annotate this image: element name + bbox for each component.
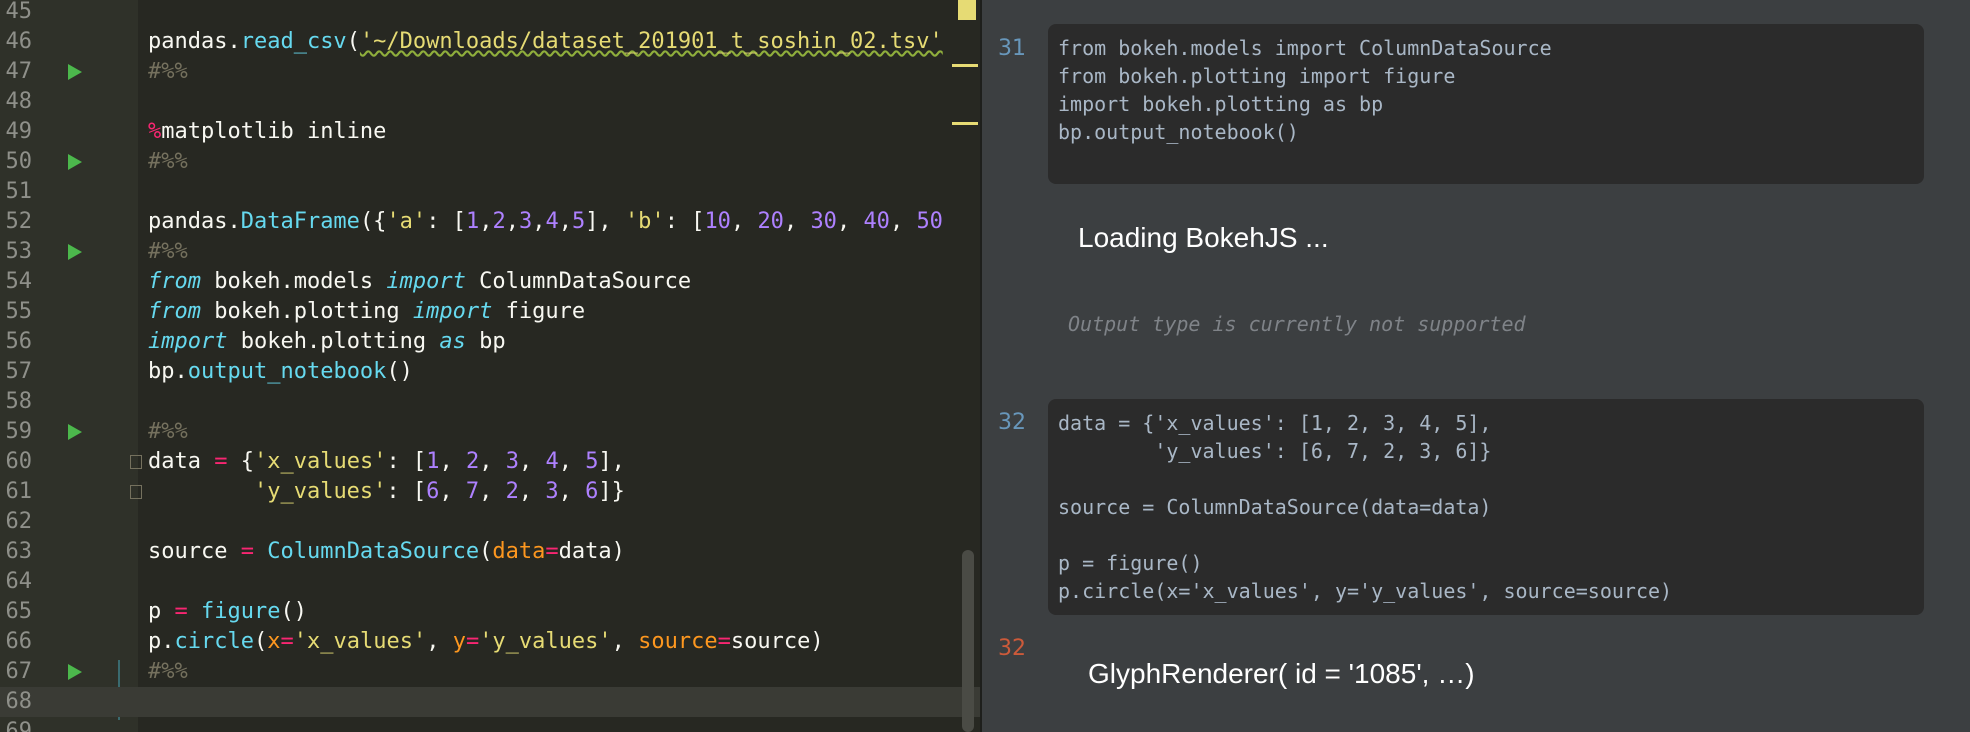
line-number: 50 xyxy=(5,149,33,174)
cell-source: data = {'x_values': [1, 2, 3, 4, 5], 'y_… xyxy=(1058,411,1673,603)
line-number: 61 xyxy=(5,479,33,504)
line-code: source = ColumnDataSource(data=data) xyxy=(148,539,625,564)
code-line[interactable]: 47 #%% xyxy=(0,57,982,87)
line-code: 'y_values': [6, 7, 2, 3, 6]} xyxy=(253,479,625,504)
code-line[interactable]: 59 #%% xyxy=(0,417,982,447)
line-code: pandas.read_csv('~/Downloads/dataset_201… xyxy=(148,29,943,54)
code-editor[interactable]: 45 46 pandas.read_csv('~/Downloads/dataset… xyxy=(0,0,982,732)
code-line[interactable]: 51 xyxy=(0,177,982,207)
run-cell-icon[interactable] xyxy=(68,664,82,680)
line-code: bp.output_notebook() xyxy=(148,359,413,384)
line-number: 57 xyxy=(5,359,33,384)
run-cell-icon[interactable] xyxy=(68,64,82,80)
error-stripe-marker[interactable] xyxy=(958,0,976,20)
line-number: 59 xyxy=(5,419,33,444)
code-cell[interactable]: data = {'x_values': [1, 2, 3, 4, 5], 'y_… xyxy=(1048,399,1924,615)
line-code: data = {'x_values': [1, 2, 3, 4, 5], xyxy=(148,449,625,474)
line-number: 66 xyxy=(5,629,33,654)
code-line[interactable]: 58 xyxy=(0,387,982,417)
code-line[interactable]: 68 xyxy=(0,687,982,717)
scroll-marker[interactable] xyxy=(952,64,978,67)
code-line[interactable]: 69 xyxy=(0,717,982,732)
code-line[interactable]: 49 %matplotlib inline xyxy=(0,117,982,147)
line-code: %matplotlib inline xyxy=(148,119,387,144)
unsupported-output-note: Output type is currently not supported xyxy=(1068,312,1526,336)
line-code: pandas.DataFrame({'a': [1,2,3,4,5], 'b':… xyxy=(148,209,943,234)
run-cell-icon[interactable] xyxy=(68,424,82,440)
scroll-marker[interactable] xyxy=(952,122,978,125)
line-code: from bokeh.plotting import figure xyxy=(148,299,586,324)
code-line[interactable]: 64 xyxy=(0,567,982,597)
line-number: 46 xyxy=(5,29,33,54)
line-number: 64 xyxy=(5,569,33,594)
line-code: p.circle(x='x_values', y='y_values', sou… xyxy=(148,629,824,654)
cell-number: 32 xyxy=(998,410,1026,435)
code-line[interactable]: 54 from bokeh.models import ColumnDataSou… xyxy=(0,267,982,297)
line-number: 51 xyxy=(5,179,33,204)
line-code: #%% xyxy=(148,659,188,684)
cell-number: 31 xyxy=(998,36,1026,61)
line-number: 63 xyxy=(5,539,33,564)
line-code: #%% xyxy=(148,239,188,264)
code-line[interactable]: 63 source = ColumnDataSource(data=data) xyxy=(0,537,982,567)
line-number: 67 xyxy=(5,659,33,684)
output-number: 32 xyxy=(998,636,1026,661)
fold-icon[interactable] xyxy=(130,485,142,499)
code-line[interactable]: 65 p = figure() xyxy=(0,597,982,627)
code-line[interactable]: 67 #%% xyxy=(0,657,982,687)
code-line[interactable]: 55 from bokeh.plotting import figure xyxy=(0,297,982,327)
line-code: from bokeh.models import ColumnDataSourc… xyxy=(148,269,692,294)
line-code: p = figure() xyxy=(148,599,307,624)
cell-source: from bokeh.models import ColumnDataSourc… xyxy=(1058,36,1552,144)
code-line[interactable]: 56 import bokeh.plotting as bp xyxy=(0,327,982,357)
line-number: 54 xyxy=(5,269,33,294)
code-line[interactable]: 62 xyxy=(0,507,982,537)
line-number: 58 xyxy=(5,389,33,414)
code-line[interactable]: 53 #%% xyxy=(0,237,982,267)
code-line[interactable]: 60 data = {'x_values': [1, 2, 3, 4, 5], xyxy=(0,447,982,477)
code-line[interactable]: 61 'y_values': [6, 7, 2, 3, 6]} xyxy=(0,477,982,507)
run-cell-icon[interactable] xyxy=(68,154,82,170)
line-number: 47 xyxy=(5,59,33,84)
line-number: 68 xyxy=(5,689,33,714)
code-cell[interactable]: from bokeh.models import ColumnDataSourc… xyxy=(1048,24,1924,184)
code-line[interactable]: 66 p.circle(x='x_values', y='y_values', s… xyxy=(0,627,982,657)
line-code: #%% xyxy=(148,59,188,84)
line-number: 56 xyxy=(5,329,33,354)
line-number: 55 xyxy=(5,299,33,324)
run-cell-icon[interactable] xyxy=(68,244,82,260)
notebook-preview: 31 from bokeh.models import ColumnDataSo… xyxy=(982,0,1970,732)
code-line[interactable]: 52 pandas.DataFrame({'a': [1,2,3,4,5], 'b… xyxy=(0,207,982,237)
bokeh-loading-output: Loading BokehJS ... xyxy=(1078,222,1329,253)
code-line[interactable]: 48 xyxy=(0,87,982,117)
code-line[interactable]: 46 pandas.read_csv('~/Downloads/dataset_2… xyxy=(0,27,982,57)
line-number: 62 xyxy=(5,509,33,534)
line-number: 53 xyxy=(5,239,33,264)
code-line[interactable]: 50 #%% xyxy=(0,147,982,177)
glyph-renderer-output: GlyphRenderer( id = '1085', …) xyxy=(1088,658,1475,689)
line-number: 65 xyxy=(5,599,33,624)
line-number: 49 xyxy=(5,119,33,144)
code-line[interactable]: 45 xyxy=(0,0,982,27)
line-number: 69 xyxy=(5,719,33,732)
code-line[interactable]: 57 bp.output_notebook() xyxy=(0,357,982,387)
line-number: 52 xyxy=(5,209,33,234)
line-code: #%% xyxy=(148,419,188,444)
line-number: 48 xyxy=(5,89,33,114)
line-code: import bokeh.plotting as bp xyxy=(148,329,506,354)
editor-scrollbar[interactable] xyxy=(962,550,974,732)
fold-icon[interactable] xyxy=(130,455,142,469)
line-code: #%% xyxy=(148,149,188,174)
line-number: 60 xyxy=(5,449,33,474)
line-number: 45 xyxy=(5,0,33,24)
